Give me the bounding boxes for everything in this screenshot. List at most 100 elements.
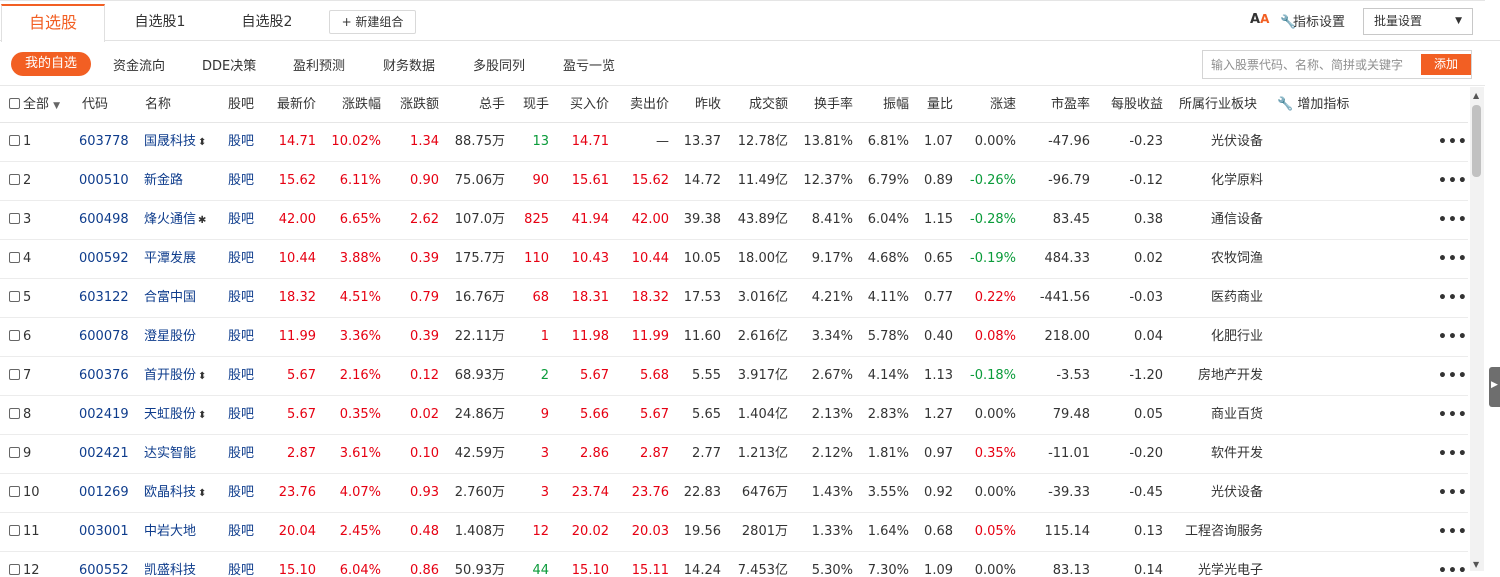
scroll-down-icon[interactable]: ▼ [1473, 560, 1479, 569]
cell-bar-link[interactable]: 股吧 [228, 357, 262, 395]
table-row[interactable]: 9 002421 达实智能 股吧 2.87 3.61% 0.10 42.59万 3 2.86 2.8… [0, 435, 1468, 474]
table-row[interactable]: 10 001269 欧晶科技 ⬍ 股吧 23.76 4.07% 0.93 2.760万 3 23.7… [0, 474, 1468, 513]
header-amplitude[interactable]: 振幅 [862, 87, 909, 122]
more-options-icon[interactable]: ••• [1438, 357, 1467, 395]
side-panel-toggle[interactable]: ▶ [1489, 367, 1500, 407]
header-cur-hand[interactable]: 现手 [510, 87, 549, 122]
row-select[interactable]: 8 [9, 396, 69, 434]
checkbox[interactable] [9, 291, 20, 302]
cell-bar-link[interactable]: 股吧 [228, 552, 262, 577]
font-size-toggle[interactable]: AA [1250, 12, 1269, 27]
tab-watchlist-2[interactable]: 自选股2 [222, 4, 312, 41]
cell-bar-link[interactable]: 股吧 [228, 474, 262, 512]
cell-name[interactable]: 首开股份 ⬍ [144, 357, 224, 395]
add-indicator-button[interactable]: 🔧 增加指标 [1277, 87, 1357, 122]
header-speed[interactable]: 涨速 [970, 87, 1016, 122]
cell-code[interactable]: 002419 [79, 396, 134, 434]
checkbox[interactable] [9, 174, 20, 185]
row-select[interactable]: 3 [9, 201, 69, 239]
table-row[interactable]: 8 002419 天虹股份 ⬍ 股吧 5.67 0.35% 0.02 24.86万 9 5.66 5.… [0, 396, 1468, 435]
cell-bar-link[interactable]: 股吧 [228, 396, 262, 434]
table-row[interactable]: 12 600552 凯盛科技 股吧 15.10 6.04% 0.86 50.93万 44 15.1… [0, 552, 1468, 577]
more-options-icon[interactable]: ••• [1438, 240, 1467, 278]
tab-profit-forecast[interactable]: 盈利预测 [293, 55, 345, 74]
cell-bar-link[interactable]: 股吧 [228, 123, 262, 161]
cell-bar-link[interactable]: 股吧 [228, 318, 262, 356]
cell-bar-link[interactable]: 股吧 [228, 435, 262, 473]
checkbox[interactable] [9, 564, 20, 575]
checkbox[interactable] [9, 486, 20, 497]
row-select[interactable]: 6 [9, 318, 69, 356]
cell-name[interactable]: 天虹股份 ⬍ [144, 396, 224, 434]
table-row[interactable]: 4 000592 平潭发展 股吧 10.44 3.88% 0.39 175.7万 110 10.4… [0, 240, 1468, 279]
header-industry[interactable]: 所属行业板块 [1179, 87, 1269, 122]
indicator-settings-button[interactable]: 🔧指标设置 [1280, 11, 1345, 30]
header-volume[interactable]: 总手 [450, 87, 505, 122]
cell-code[interactable]: 603122 [79, 279, 134, 317]
cell-code[interactable]: 003001 [79, 513, 134, 551]
header-code[interactable]: 代码 [82, 87, 132, 122]
cell-code[interactable]: 600498 [79, 201, 134, 239]
row-select[interactable]: 4 [9, 240, 69, 278]
row-select[interactable]: 7 [9, 357, 69, 395]
tab-fund-flow[interactable]: 资金流向 [113, 55, 165, 74]
more-options-icon[interactable]: ••• [1438, 435, 1467, 473]
header-select-all[interactable]: 全部 ▼ [9, 87, 71, 122]
row-select[interactable]: 9 [9, 435, 69, 473]
tab-multi-stock[interactable]: 多股同列 [473, 55, 525, 74]
checkbox[interactable] [9, 98, 20, 109]
row-select[interactable]: 12 [9, 552, 69, 577]
row-select[interactable]: 5 [9, 279, 69, 317]
cell-bar-link[interactable]: 股吧 [228, 240, 262, 278]
more-options-icon[interactable]: ••• [1438, 552, 1467, 577]
row-select[interactable]: 10 [9, 474, 69, 512]
cell-name[interactable]: 欧晶科技 ⬍ [144, 474, 224, 512]
checkbox[interactable] [9, 369, 20, 380]
more-options-icon[interactable]: ••• [1438, 162, 1467, 200]
checkbox[interactable] [9, 330, 20, 341]
more-options-icon[interactable]: ••• [1438, 513, 1467, 551]
cell-name[interactable]: 凯盛科技 [144, 552, 224, 577]
header-chg-amt[interactable]: 涨跌额 [385, 87, 439, 122]
checkbox[interactable] [9, 135, 20, 146]
cell-name[interactable]: 中岩大地 [144, 513, 224, 551]
cell-bar-link[interactable]: 股吧 [228, 162, 262, 200]
cell-bar-link[interactable]: 股吧 [228, 279, 262, 317]
table-row[interactable]: 1 603778 国晟科技 ⬍ 股吧 14.71 10.02% 1.34 88.75万 13 14.… [0, 123, 1468, 162]
cell-bar-link[interactable]: 股吧 [228, 513, 262, 551]
header-chg-pct[interactable]: 涨跌幅 [325, 87, 381, 122]
more-options-icon[interactable]: ••• [1438, 396, 1467, 434]
cell-code[interactable]: 603778 [79, 123, 134, 161]
add-stock-button[interactable]: 添加 [1421, 54, 1471, 75]
cell-name[interactable]: 合富中国 [144, 279, 224, 317]
more-options-icon[interactable]: ••• [1438, 279, 1467, 317]
checkbox[interactable] [9, 408, 20, 419]
search-input[interactable] [1203, 51, 1418, 78]
header-vol-ratio[interactable]: 量比 [915, 87, 953, 122]
cell-code[interactable]: 000592 [79, 240, 134, 278]
tab-watchlist-1[interactable]: 自选股1 [115, 4, 205, 41]
table-row[interactable]: 3 600498 烽火通信 ✱ 股吧 42.00 6.65% 2.62 107.0万 825 41.… [0, 201, 1468, 240]
header-prev-close[interactable]: 昨收 [675, 87, 721, 122]
cell-code[interactable]: 000510 [79, 162, 134, 200]
checkbox[interactable] [9, 525, 20, 536]
checkbox[interactable] [9, 447, 20, 458]
row-select[interactable]: 1 [9, 123, 69, 161]
table-row[interactable]: 11 003001 中岩大地 股吧 20.04 2.45% 0.48 1.408万 12 20.0… [0, 513, 1468, 552]
table-row[interactable]: 5 603122 合富中国 股吧 18.32 4.51% 0.79 16.76万 68 18.31… [0, 279, 1468, 318]
batch-settings-select[interactable]: 批量设置 ▼ [1363, 8, 1473, 35]
more-options-icon[interactable]: ••• [1438, 201, 1467, 239]
cell-name[interactable]: 平潭发展 [144, 240, 224, 278]
table-row[interactable]: 7 600376 首开股份 ⬍ 股吧 5.67 2.16% 0.12 68.93万 2 5.67 5.… [0, 357, 1468, 396]
tab-dde-decision[interactable]: DDE决策 [202, 55, 256, 74]
tab-my-watchlist[interactable]: 我的自选 [11, 52, 91, 76]
header-pe[interactable]: 市盈率 [1035, 87, 1090, 122]
vertical-scrollbar[interactable]: ▲ ▼ [1470, 87, 1484, 571]
cell-code[interactable]: 600078 [79, 318, 134, 356]
cell-code[interactable]: 600552 [79, 552, 134, 577]
more-options-icon[interactable]: ••• [1438, 474, 1467, 512]
cell-code[interactable]: 002421 [79, 435, 134, 473]
new-group-button[interactable]: + 新建组合 [329, 10, 416, 34]
cell-name[interactable]: 达实智能 [144, 435, 224, 473]
cell-code[interactable]: 600376 [79, 357, 134, 395]
